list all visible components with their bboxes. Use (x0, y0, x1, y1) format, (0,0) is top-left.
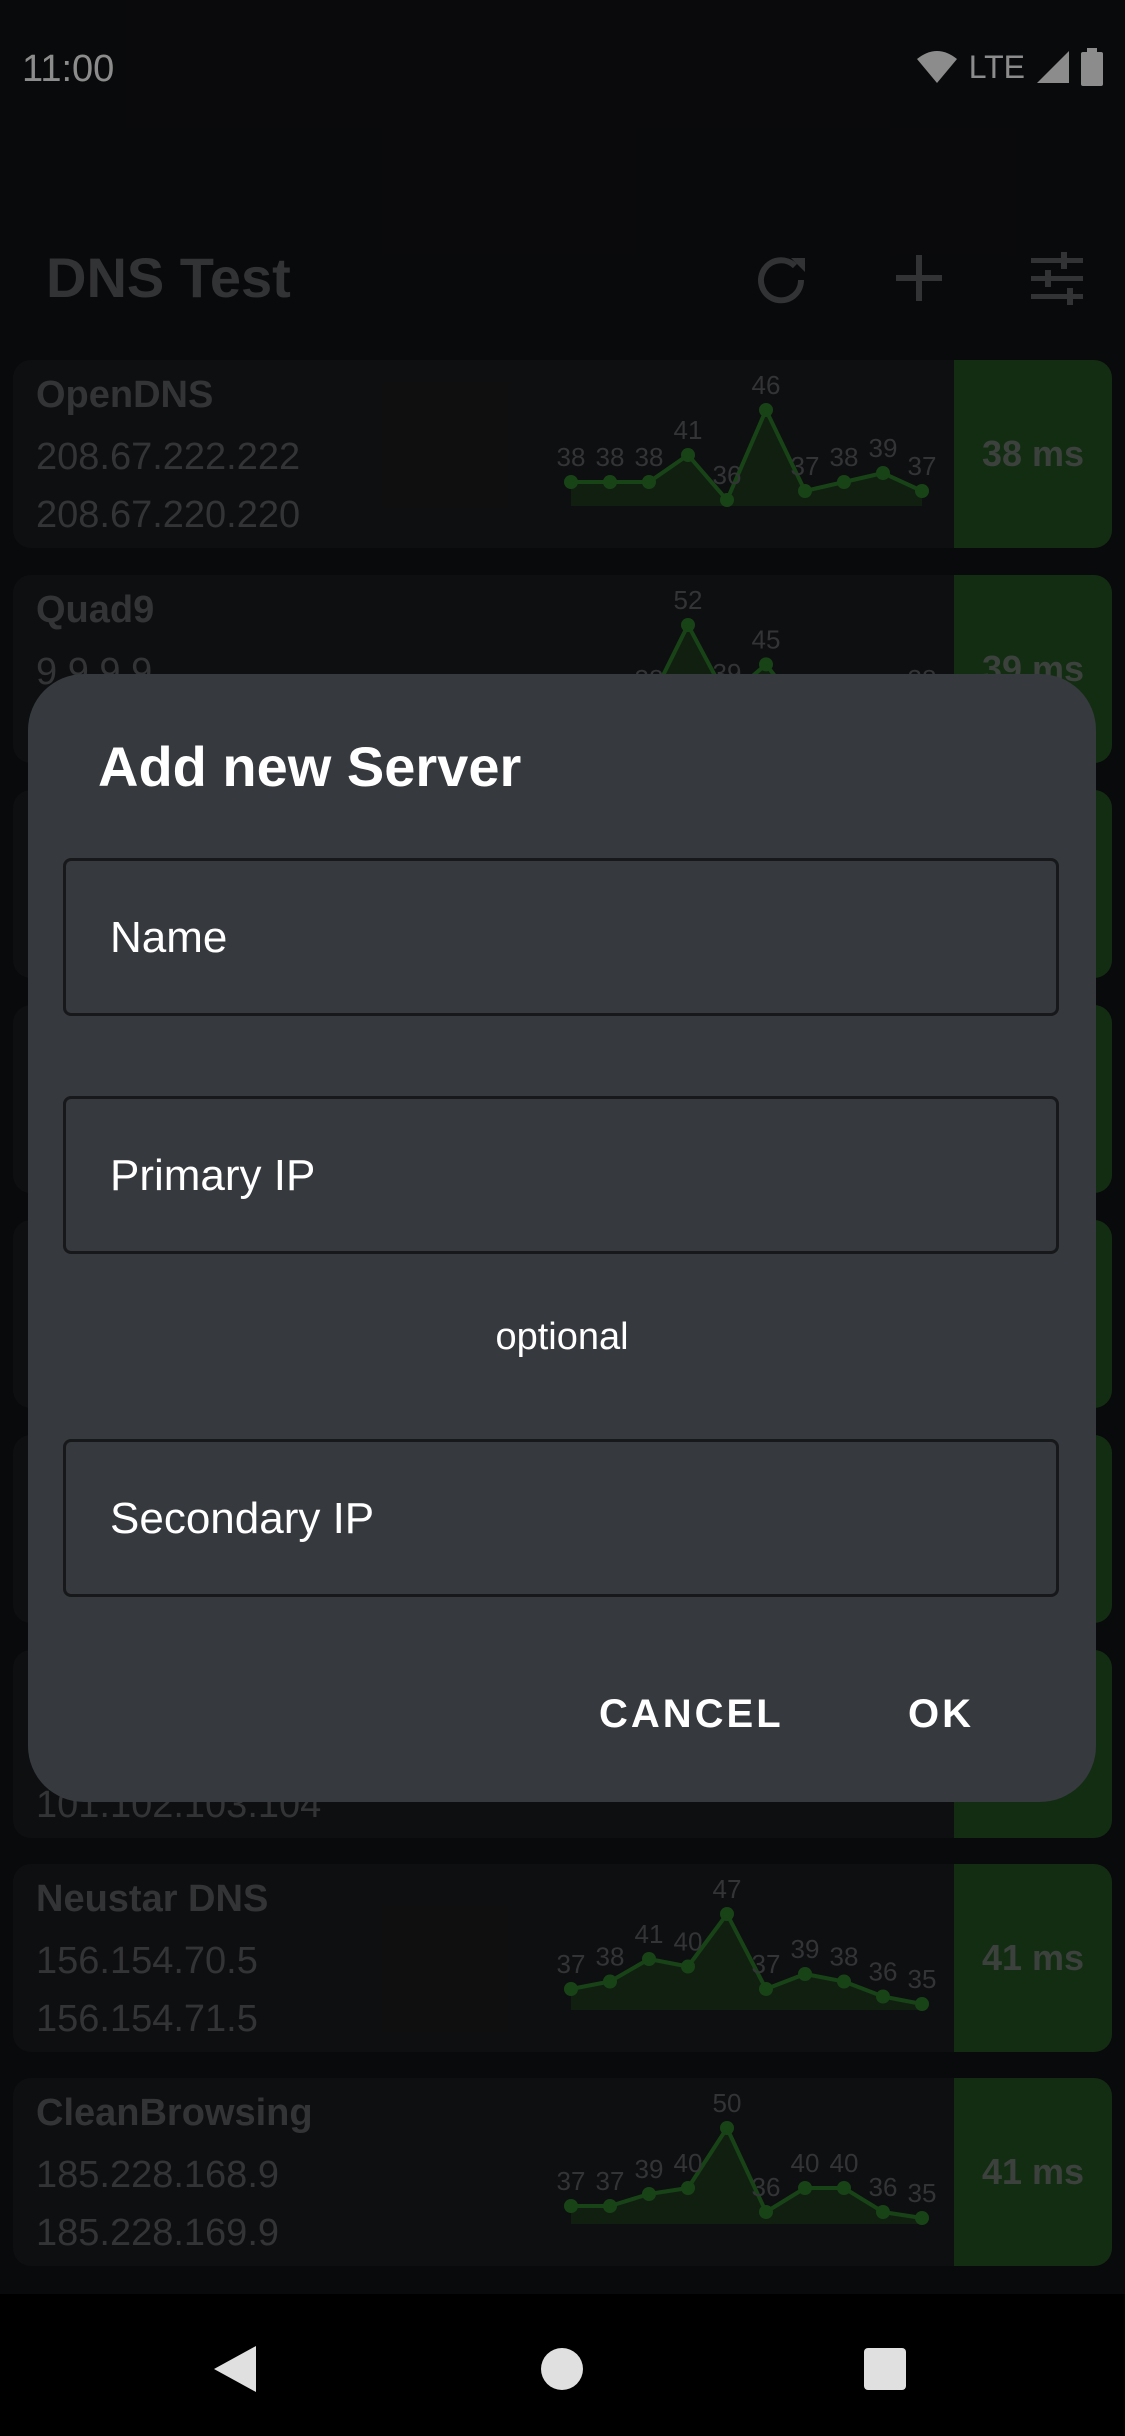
ok-button[interactable]: OK (908, 1692, 974, 1737)
name-field[interactable] (63, 858, 1059, 1016)
cancel-button[interactable]: CANCEL (599, 1692, 784, 1737)
add-server-dialog: Add new Server optional CANCEL OK (28, 674, 1096, 1802)
secondary-ip-field[interactable] (63, 1439, 1059, 1597)
secondary-ip-input[interactable] (108, 1442, 1012, 1596)
recents-icon (864, 2348, 906, 2390)
primary-ip-field[interactable] (63, 1096, 1059, 1254)
name-input[interactable] (108, 861, 1012, 1015)
back-icon (214, 2346, 256, 2392)
home-icon (541, 2348, 583, 2390)
recents-button[interactable] (850, 2334, 920, 2404)
optional-label: optional (495, 1316, 629, 1358)
navigation-bar (0, 2294, 1125, 2436)
dialog-title: Add new Server (98, 735, 522, 798)
home-button[interactable] (527, 2334, 597, 2404)
primary-ip-input[interactable] (108, 1099, 1012, 1253)
back-button[interactable] (200, 2334, 270, 2404)
